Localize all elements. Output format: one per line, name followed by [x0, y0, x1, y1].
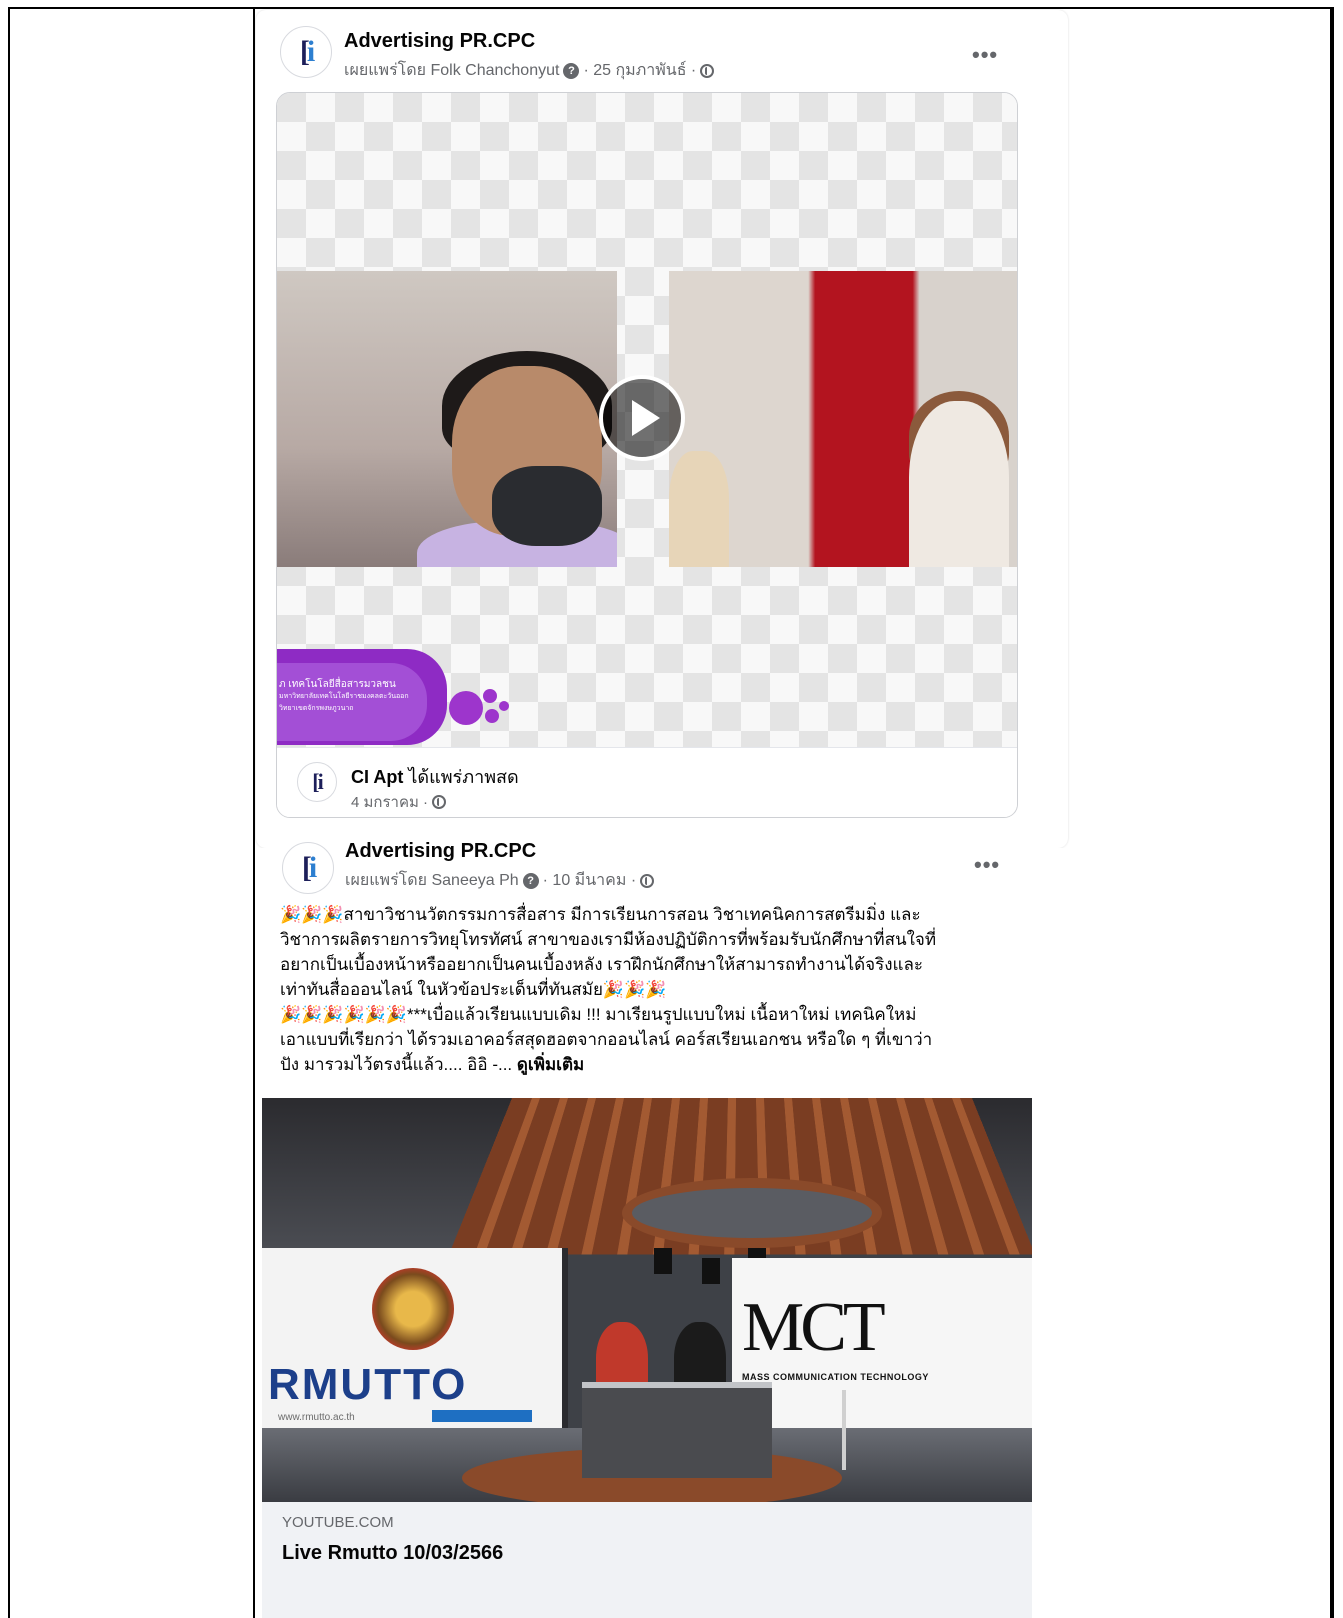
shared-live-video-card[interactable]: ภ เทคโนโลยีสื่อสารมวลชน มหาวิทยาลัยเทคโน…	[276, 92, 1018, 818]
post-text-line: เอาแบบที่เรียกว่า ได้รวมเอาคอร์สสุดฮอตจา…	[280, 1030, 933, 1049]
post-message: 🎉🎉🎉สาขาวิชานวัตกรรมการสื่อสาร มีการเรียน…	[280, 902, 1020, 1077]
author-line[interactable]: เผยแพร่โดย Folk Chanchonyut	[344, 58, 559, 83]
rmutto-logo: RMUTTO	[268, 1360, 468, 1409]
post-text-last-line: ปัง มารวมไว้ตรงนี้แล้ว.... อิอิ -... ดูเ…	[280, 1052, 1020, 1077]
post-text-line: อยากเป็นเบื้องหน้าหรืออยากเป็นคนเบื้องหล…	[280, 955, 924, 974]
shared-title: CI Apt ได้แพร่ภาพสด	[351, 762, 519, 791]
pendant-lamp	[702, 1258, 720, 1284]
shared-page-name[interactable]: CI Apt	[351, 767, 403, 787]
see-more-link[interactable]: ดูเพิ่มเติม	[517, 1055, 584, 1074]
globe-icon	[700, 63, 715, 78]
shared-meta: 4 มกราคม ·	[351, 790, 447, 814]
more-options-button[interactable]: •••	[972, 42, 998, 68]
university-seal-icon	[372, 1268, 454, 1350]
page-avatar[interactable]: [i	[280, 26, 332, 78]
post-text-line: 🎉🎉🎉สาขาวิชานวัตกรรมการสื่อสาร มีการเรียน…	[280, 905, 921, 924]
shared-live-info: [i CI Apt ได้แพร่ภาพสด 4 มกราคม ·	[277, 747, 1017, 817]
rmutto-url: www.rmutto.ac.th	[278, 1412, 355, 1423]
question-circle-icon[interactable]: ?	[522, 872, 539, 889]
shared-page-avatar[interactable]: [i	[297, 762, 337, 802]
page-avatar[interactable]: [i	[282, 842, 334, 894]
play-icon[interactable]	[599, 375, 685, 461]
post-meta: เผยแพร่โดย Saneeya Ph ? · 10 มีนาคม ·	[345, 868, 655, 893]
banner-line-2: มหาวิทยาลัยเทคโนโลยีราชมงคลตะวันออก	[279, 693, 409, 700]
mct-logo: MCT	[742, 1289, 886, 1366]
post-date[interactable]: · 10 มีนาคม ·	[543, 868, 637, 893]
post-text-line: 🎉🎉🎉🎉🎉🎉***เบื่อแล้วเรียนแบบเดิม !!! มาเรี…	[280, 1005, 917, 1024]
link-title[interactable]: Live Rmutto 10/03/2566	[282, 1542, 503, 1565]
globe-icon	[640, 873, 655, 888]
video-thumbnail[interactable]: ภ เทคโนโลยีสื่อสารมวลชน มหาวิทยาลัยเทคโน…	[277, 93, 1017, 747]
shared-action: ได้แพร่ภาพสด	[408, 767, 519, 787]
bar-stool	[842, 1390, 876, 1470]
table-divider-right	[1330, 7, 1332, 1618]
ci-logo-icon: [i	[299, 35, 316, 68]
post-meta: เผยแพร่โดย Folk Chanchonyut ? · 25 กุมภา…	[344, 58, 715, 83]
page-name[interactable]: Advertising PR.CPC	[344, 30, 535, 53]
news-desk	[582, 1382, 772, 1478]
ci-logo-icon: [i	[312, 769, 324, 794]
post-date[interactable]: · 25 กุมภาพันธ์ ·	[583, 58, 696, 83]
pendant-lamp	[654, 1248, 672, 1274]
banner-line-1: ภ เทคโนโลยีสื่อสารมวลชน	[279, 679, 396, 690]
lower-third-text: ภ เทคโนโลยีสื่อสารมวลชน มหาวิทยาลัยเทคโน…	[277, 663, 427, 741]
camera-feed-right	[669, 271, 1017, 567]
link-preview-image[interactable]: RMUTTO www.rmutto.ac.th MCT MASS COMMUNI…	[262, 1098, 1032, 1502]
post-text-line: วิชาการผลิตรายการวิทยุโทรทัศน์ สาขาของเร…	[280, 930, 937, 949]
page-name[interactable]: Advertising PR.CPC	[345, 840, 536, 863]
post-text-line: ปัง มารวมไว้ตรงนี้แล้ว.... อิอิ -...	[280, 1055, 513, 1074]
ceiling-ring	[622, 1178, 882, 1248]
facebook-post-link: [i Advertising PR.CPC เผยแพร่โดย Saneeya…	[256, 840, 1068, 1618]
ci-logo-icon: [i	[301, 851, 318, 884]
question-circle-icon[interactable]: ?	[563, 62, 580, 79]
author-line[interactable]: เผยแพร่โดย Saneeya Ph	[345, 868, 519, 893]
rmutto-tag	[432, 1410, 532, 1422]
facebook-post-video: [i Advertising PR.CPC เผยแพร่โดย Folk Ch…	[256, 10, 1068, 848]
link-domain: YOUTUBE.COM	[282, 1514, 394, 1531]
camera-feed-left	[277, 271, 617, 567]
shared-date[interactable]: 4 มกราคม ·	[351, 790, 428, 814]
post-text-line: เท่าทันสื่อออนไลน์ ในหัวข้อประเด็นที่ทัน…	[280, 980, 667, 999]
more-options-button[interactable]: •••	[974, 852, 1000, 878]
link-preview-meta[interactable]: YOUTUBE.COM Live Rmutto 10/03/2566	[262, 1502, 1032, 1618]
mct-subtitle: MASS COMMUNICATION TECHNOLOGY	[742, 1372, 929, 1382]
globe-icon	[432, 795, 447, 809]
table-divider-left	[253, 7, 255, 1618]
banner-line-3: วิทยาเขตจักรพงษภูวนาถ	[279, 705, 354, 712]
